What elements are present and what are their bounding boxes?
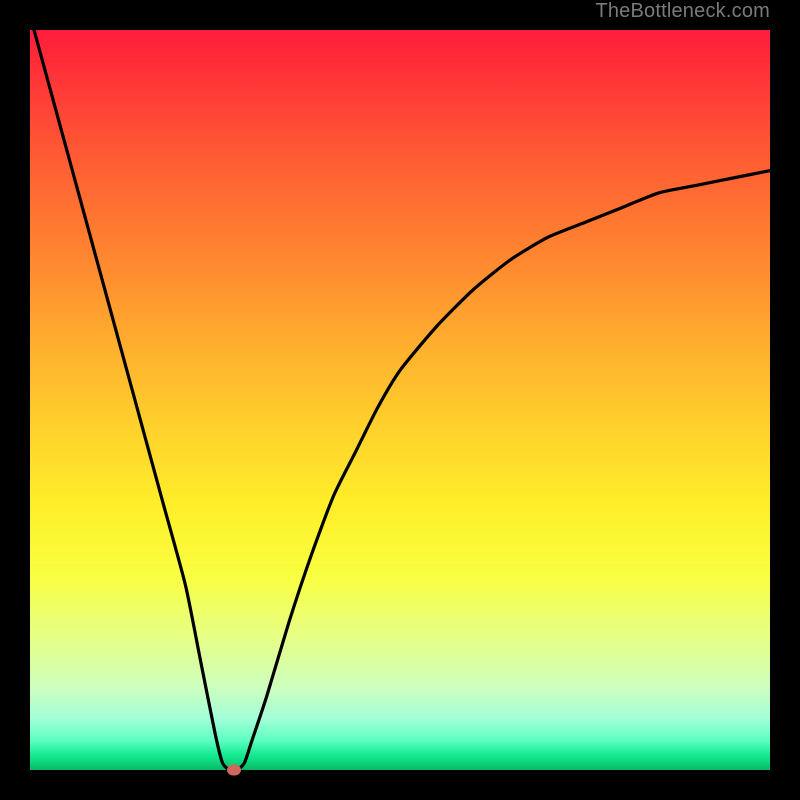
min-marker-dot xyxy=(227,765,241,776)
chart-frame: TheBottleneck.com xyxy=(0,0,800,800)
bottleneck-curve xyxy=(30,30,770,770)
plot-area xyxy=(30,30,770,770)
watermark-text: TheBottleneck.com xyxy=(595,0,770,23)
